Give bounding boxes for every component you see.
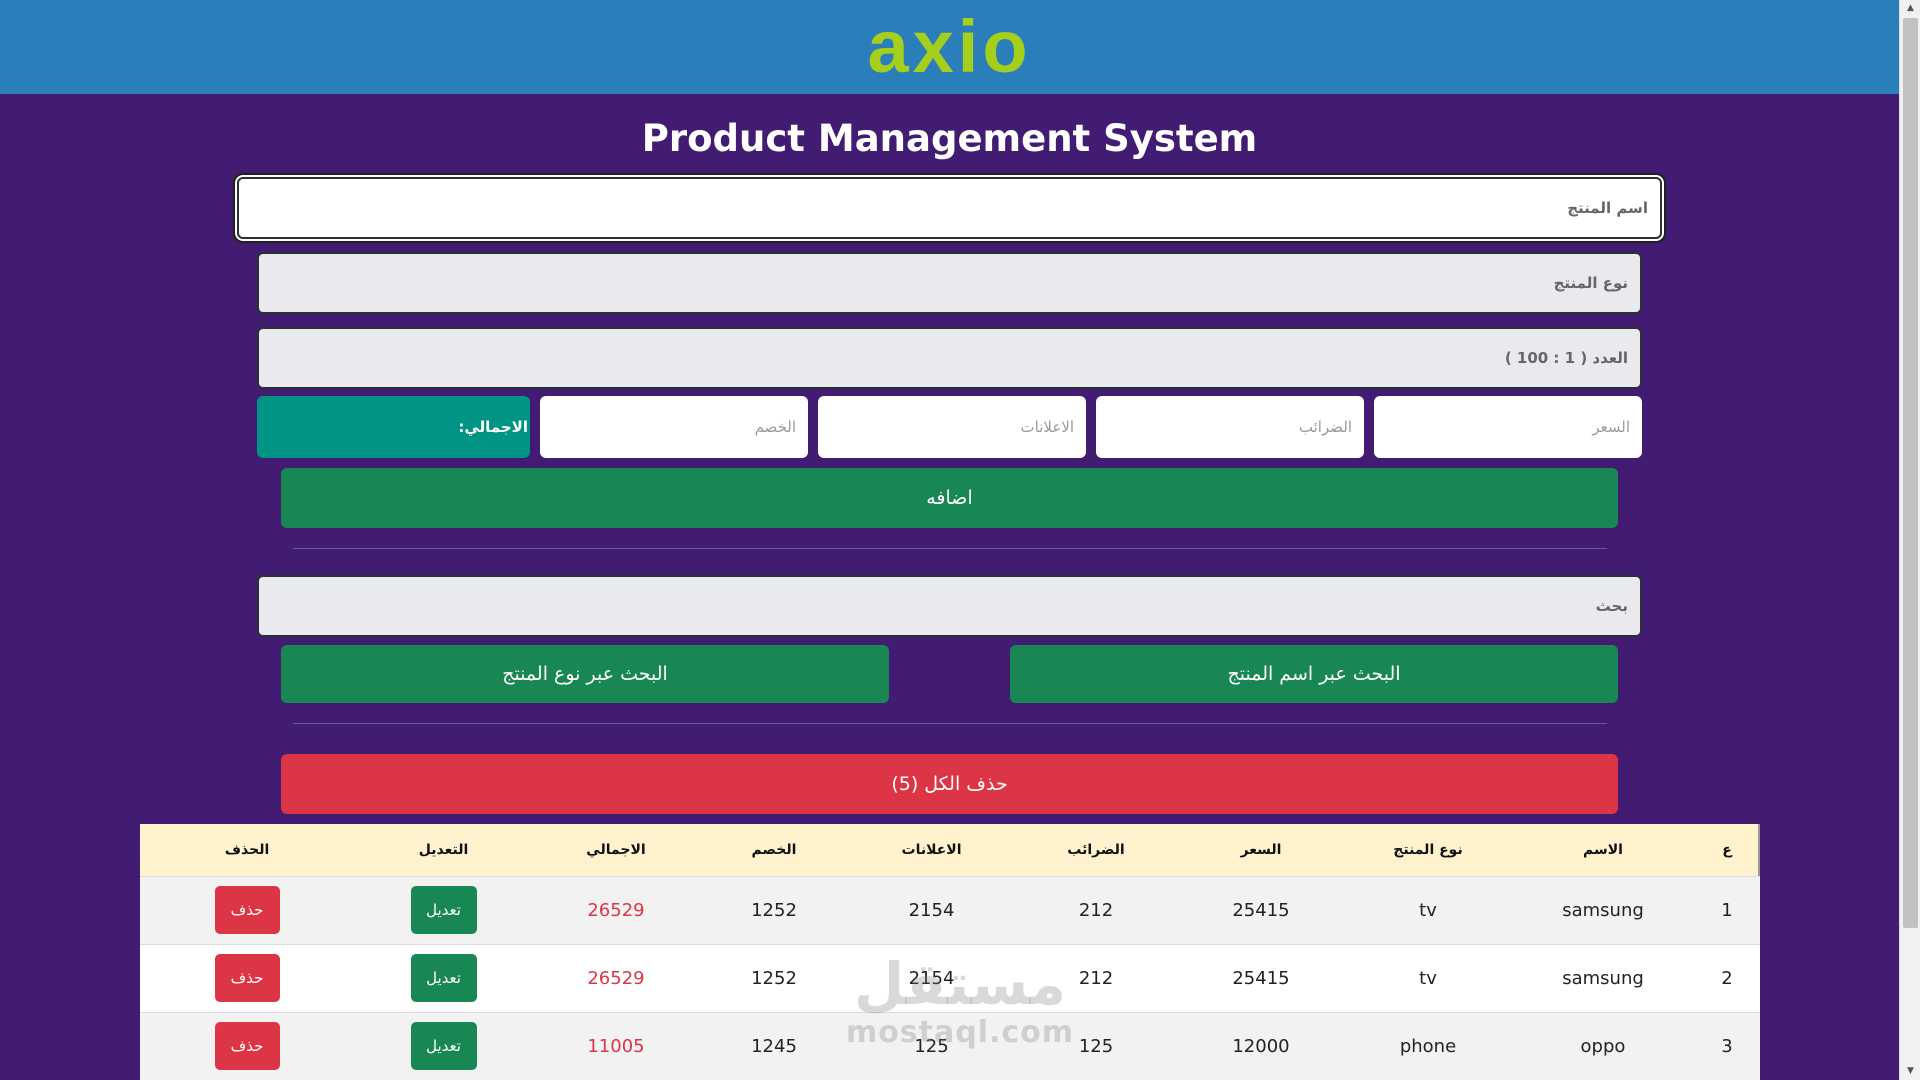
- search-by-category-button[interactable]: البحث عبر نوع المنتج: [281, 645, 889, 703]
- total-label: الاجمالي:: [458, 418, 528, 436]
- cell-taxes: 212: [1078, 967, 1114, 989]
- page-scrollbar[interactable]: ▲ ▼: [1899, 0, 1920, 1080]
- cell-edit: تعديل: [354, 876, 533, 944]
- total-display: الاجمالي:: [257, 396, 530, 458]
- header-total: الاجمالي: [586, 841, 646, 858]
- cell-edit: تعديل: [354, 1012, 533, 1080]
- cell-discount: 1252: [751, 967, 797, 989]
- header-ads: الاعلانات: [901, 841, 962, 858]
- price-input[interactable]: [1374, 396, 1642, 458]
- products-table-container: ع الاسم نوع المنتج السعر الضرائب الاعلان…: [140, 824, 1760, 1080]
- header-price: السعر: [1240, 841, 1282, 858]
- cell-edit: تعديل: [354, 944, 533, 1012]
- scroll-up-arrow-icon[interactable]: ▲: [1900, 0, 1920, 17]
- cell-id: 3: [1721, 1035, 1733, 1057]
- cell-price: 12000: [1232, 1035, 1290, 1057]
- product-name-input[interactable]: [237, 177, 1662, 239]
- logo-text: axio: [867, 5, 1032, 88]
- ads-input[interactable]: [818, 396, 1086, 458]
- search-input[interactable]: [257, 575, 1642, 637]
- cell-total: 11005: [587, 1035, 645, 1057]
- cell-taxes: 125: [1078, 1035, 1114, 1057]
- cell-ads: 125: [914, 1035, 949, 1057]
- page-title: Product Management System: [641, 117, 1258, 160]
- discount-input[interactable]: [540, 396, 808, 458]
- add-product-button[interactable]: اضافه: [281, 468, 1618, 528]
- cell-category: tv: [1419, 967, 1437, 989]
- cell-name: samsung: [1562, 899, 1644, 921]
- cell-discount: 1252: [751, 899, 797, 921]
- cell-total: 26529: [587, 899, 645, 921]
- cell-discount: 1245: [751, 1035, 797, 1057]
- cell-id: 2: [1721, 967, 1733, 989]
- delete-button[interactable]: حذف: [214, 954, 280, 1002]
- cell-id: 1: [1721, 899, 1733, 921]
- delete-button[interactable]: حذف: [214, 1022, 280, 1071]
- cell-name: samsung: [1562, 967, 1644, 989]
- axio-logo[interactable]: axio: [867, 0, 1031, 94]
- edit-button[interactable]: تعديل: [410, 1022, 477, 1071]
- cell-delete: حذف: [140, 1012, 354, 1080]
- cell-delete: حذف: [140, 876, 354, 944]
- header-category: نوع المنتج: [1393, 841, 1463, 858]
- taxes-input[interactable]: [1096, 396, 1364, 458]
- products-table: ع الاسم نوع المنتج السعر الضرائب الاعلان…: [140, 824, 1760, 1080]
- product-category-input[interactable]: [257, 252, 1642, 314]
- header-edit: التعديل: [418, 841, 469, 858]
- header-taxes: الضرائب: [1067, 841, 1125, 858]
- cell-category: phone: [1399, 1035, 1457, 1057]
- scrollbar-thumb[interactable]: [1903, 18, 1918, 928]
- cell-price: 25415: [1232, 967, 1290, 989]
- table-row: 1 samsung tv 25415 212 2154 1252 26529 ت…: [140, 876, 1760, 944]
- cell-ads: 2154: [908, 967, 955, 989]
- cell-ads: 2154: [908, 899, 955, 921]
- header-id: ع: [1722, 841, 1732, 858]
- delete-button[interactable]: حذف: [214, 886, 280, 934]
- product-count-input[interactable]: [257, 327, 1642, 389]
- cell-total: 26529: [587, 967, 645, 989]
- header-delete: الحذف: [224, 841, 270, 858]
- cell-name: oppo: [1580, 1035, 1626, 1057]
- delete-all-button[interactable]: حذف الكل (5): [281, 754, 1618, 814]
- edit-button[interactable]: تعديل: [410, 954, 477, 1002]
- cell-taxes: 212: [1078, 899, 1114, 921]
- header-name: الاسم: [1583, 841, 1623, 858]
- table-row: 3 oppo phone 12000 125 125 1245 11005 تع…: [140, 1012, 1760, 1080]
- search-by-name-button[interactable]: البحث عبر اسم المنتج: [1010, 645, 1618, 703]
- table-edge-divider: [1758, 824, 1760, 876]
- cell-category: tv: [1419, 899, 1437, 921]
- cell-price: 25415: [1232, 899, 1290, 921]
- table-header-row: ع الاسم نوع المنتج السعر الضرائب الاعلان…: [140, 824, 1760, 876]
- table-row: 2 samsung tv 25415 212 2154 1252 26529 ت…: [140, 944, 1760, 1012]
- cell-delete: حذف: [140, 944, 354, 1012]
- top-header-bar: axio: [0, 0, 1899, 94]
- header-discount: الخصم: [751, 841, 797, 858]
- divider: [293, 723, 1607, 724]
- scroll-down-arrow-icon[interactable]: ▼: [1900, 1063, 1920, 1080]
- divider: [293, 548, 1607, 549]
- edit-button[interactable]: تعديل: [410, 886, 477, 934]
